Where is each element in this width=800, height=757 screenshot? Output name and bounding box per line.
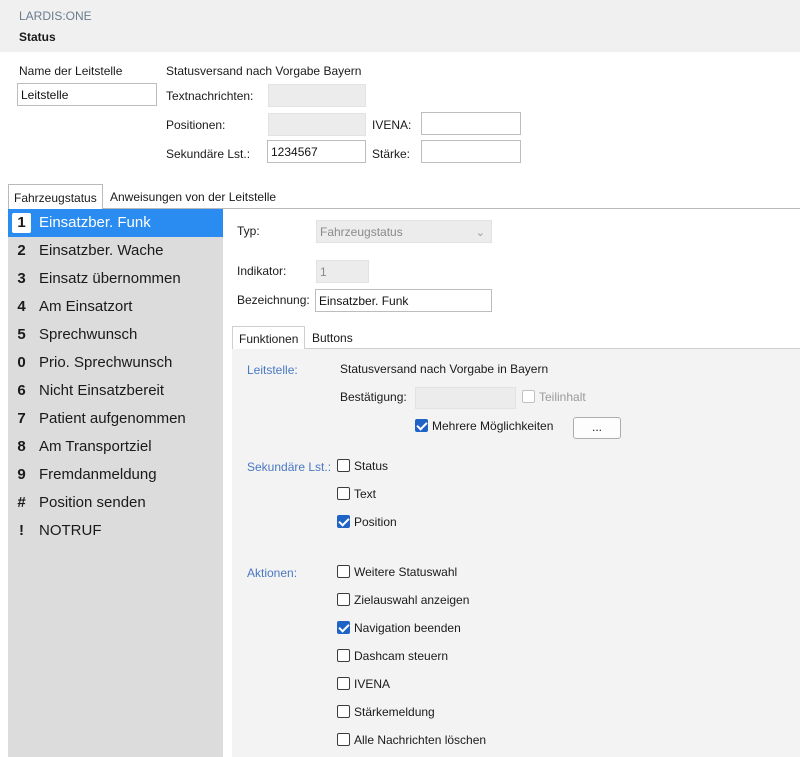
status-number: 2	[17, 242, 26, 259]
teilinhalt-label: Teilinhalt	[539, 390, 586, 404]
textnachrichten-label: Textnachrichten:	[166, 89, 254, 103]
staerkemeldung-label: Stärkemeldung	[354, 705, 435, 719]
dashcam-label: Dashcam steuern	[354, 649, 449, 663]
alle-nachrichten-loeschen-checkbox[interactable]	[337, 733, 350, 746]
weitere-statuswahl-label: Weitere Statuswahl	[354, 565, 458, 579]
status-label: Fremdanmeldung	[39, 466, 157, 483]
sekundaere-lst-input[interactable]: 1234567	[267, 140, 366, 163]
weitere-statuswahl-checkbox[interactable]	[337, 565, 350, 578]
status-label: NOTRUF	[39, 522, 102, 539]
status-label: Am Transportziel	[39, 438, 152, 455]
tab-funktionen[interactable]: Funktionen	[232, 326, 306, 350]
sekundaere-section-label: Sekundäre Lst.:	[247, 460, 332, 474]
inner-tab-bar: Funktionen Buttons	[232, 326, 800, 350]
status-item-hash[interactable]: # Position senden	[8, 489, 223, 517]
bezeichnung-label: Bezeichnung:	[237, 293, 310, 307]
staerke-label: Stärke:	[372, 147, 411, 161]
ivena-label: IVENA:	[372, 118, 412, 132]
more-options-button[interactable]: ...	[573, 417, 621, 439]
status-item-7[interactable]: 7 Patient aufgenommen	[8, 405, 223, 433]
status-label: Einsatzber. Wache	[39, 242, 164, 259]
status-number: 0	[17, 354, 26, 371]
status-number: 9	[17, 466, 26, 483]
leitstelle-name-input[interactable]: Leitstelle	[17, 83, 157, 106]
teilinhalt-checkbox[interactable]	[522, 390, 535, 403]
status-number: 8	[17, 438, 26, 455]
tab-anweisungen[interactable]: Anweisungen von der Leitstelle	[105, 184, 281, 209]
status-label: Prio. Sprechwunsch	[39, 354, 173, 371]
text-checkbox[interactable]	[337, 487, 350, 500]
status-number: 1	[12, 213, 31, 233]
zielauswahl-label: Zielauswahl anzeigen	[354, 593, 470, 607]
indikator-label: Indikator:	[237, 264, 287, 278]
outer-tab-bar: Fahrzeugstatus Anweisungen von der Leits…	[8, 184, 800, 210]
status-item-3[interactable]: 3 Einsatz übernommen	[8, 265, 223, 293]
status-number: !	[19, 522, 24, 539]
status-label: Am Einsatzort	[39, 298, 133, 315]
app-name: LARDIS:ONE	[19, 9, 92, 23]
status-label: Einsatzber. Funk	[39, 214, 151, 231]
position-checkbox-label: Position	[354, 515, 397, 529]
textnachrichten-input[interactable]	[268, 84, 366, 107]
tab-buttons[interactable]: Buttons	[306, 326, 359, 349]
status-label: Einsatz übernommen	[39, 270, 181, 287]
bestaetigung-input[interactable]	[415, 387, 516, 409]
staerke-input[interactable]	[421, 140, 521, 163]
status-item-6[interactable]: 6 Nicht Einsatzbereit	[8, 377, 223, 405]
status-item-5[interactable]: 5 Sprechwunsch	[8, 321, 223, 349]
leitstelle-section-label: Leitstelle:	[247, 363, 298, 377]
status-number: 7	[17, 410, 26, 427]
navigation-beenden-label: Navigation beenden	[354, 621, 461, 635]
navigation-beenden-checkbox[interactable]	[337, 621, 350, 634]
status-item-1[interactable]: 1 Einsatzber. Funk	[8, 209, 223, 237]
header-bar: LARDIS:ONE Status	[0, 0, 800, 52]
status-item-notruf[interactable]: ! NOTRUF	[8, 517, 223, 545]
bezeichnung-input[interactable]: Einsatzber. Funk	[315, 289, 492, 312]
ivena-checkbox-label: IVENA	[354, 677, 391, 691]
page-title: Status	[19, 30, 56, 44]
status-item-9[interactable]: 9 Fremdanmeldung	[8, 461, 223, 489]
status-checkbox-label: Status	[354, 459, 389, 473]
bestaetigung-label: Bestätigung:	[340, 390, 407, 404]
status-number: #	[17, 494, 26, 511]
status-label: Patient aufgenommen	[39, 410, 186, 427]
typ-select-value: Fahrzeugstatus	[320, 225, 403, 239]
tab-fahrzeugstatus[interactable]: Fahrzeugstatus	[8, 184, 103, 210]
statusversand-bayern-text: Statusversand nach Vorgabe in Bayern	[340, 362, 549, 376]
zielauswahl-checkbox[interactable]	[337, 593, 350, 606]
leitstelle-name-label: Name der Leitstelle	[19, 64, 123, 78]
mehrere-moeglichkeiten-label: Mehrere Möglichkeiten	[432, 419, 554, 433]
staerkemeldung-checkbox[interactable]	[337, 705, 350, 718]
position-checkbox[interactable]	[337, 515, 350, 528]
status-number: 4	[17, 298, 26, 315]
status-number: 6	[17, 382, 26, 399]
status-item-0[interactable]: 0 Prio. Sprechwunsch	[8, 349, 223, 377]
status-item-8[interactable]: 8 Am Transportziel	[8, 433, 223, 461]
statusversand-label: Statusversand nach Vorgabe Bayern	[166, 64, 362, 78]
typ-select[interactable]: Fahrzeugstatus ⌄	[316, 220, 492, 243]
indikator-input[interactable]: 1	[316, 260, 369, 283]
sekundaere-lst-label: Sekundäre Lst.:	[166, 147, 251, 161]
aktionen-section-label: Aktionen:	[247, 566, 298, 580]
status-item-2[interactable]: 2 Einsatzber. Wache	[8, 237, 223, 265]
typ-label: Typ:	[237, 224, 260, 238]
chevron-down-icon: ⌄	[475, 227, 485, 239]
ivena-checkbox[interactable]	[337, 677, 350, 690]
status-label: Position senden	[39, 494, 146, 511]
status-number: 5	[17, 326, 26, 343]
status-checkbox[interactable]	[337, 459, 350, 472]
status-item-4[interactable]: 4 Am Einsatzort	[8, 293, 223, 321]
status-label: Sprechwunsch	[39, 326, 138, 343]
status-number: 3	[17, 270, 26, 287]
ivena-input[interactable]	[421, 112, 521, 135]
status-label: Nicht Einsatzbereit	[39, 382, 165, 399]
text-checkbox-label: Text	[354, 487, 377, 501]
dashcam-checkbox[interactable]	[337, 649, 350, 662]
positionen-label: Positionen:	[166, 118, 226, 132]
mehrere-moeglichkeiten-checkbox[interactable]	[415, 419, 428, 432]
status-list: 1 Einsatzber. Funk 2 Einsatzber. Wache 3…	[8, 209, 223, 757]
funktionen-panel	[232, 349, 800, 757]
positionen-input[interactable]	[268, 113, 366, 136]
alle-nachrichten-loeschen-label: Alle Nachrichten löschen	[354, 733, 487, 747]
